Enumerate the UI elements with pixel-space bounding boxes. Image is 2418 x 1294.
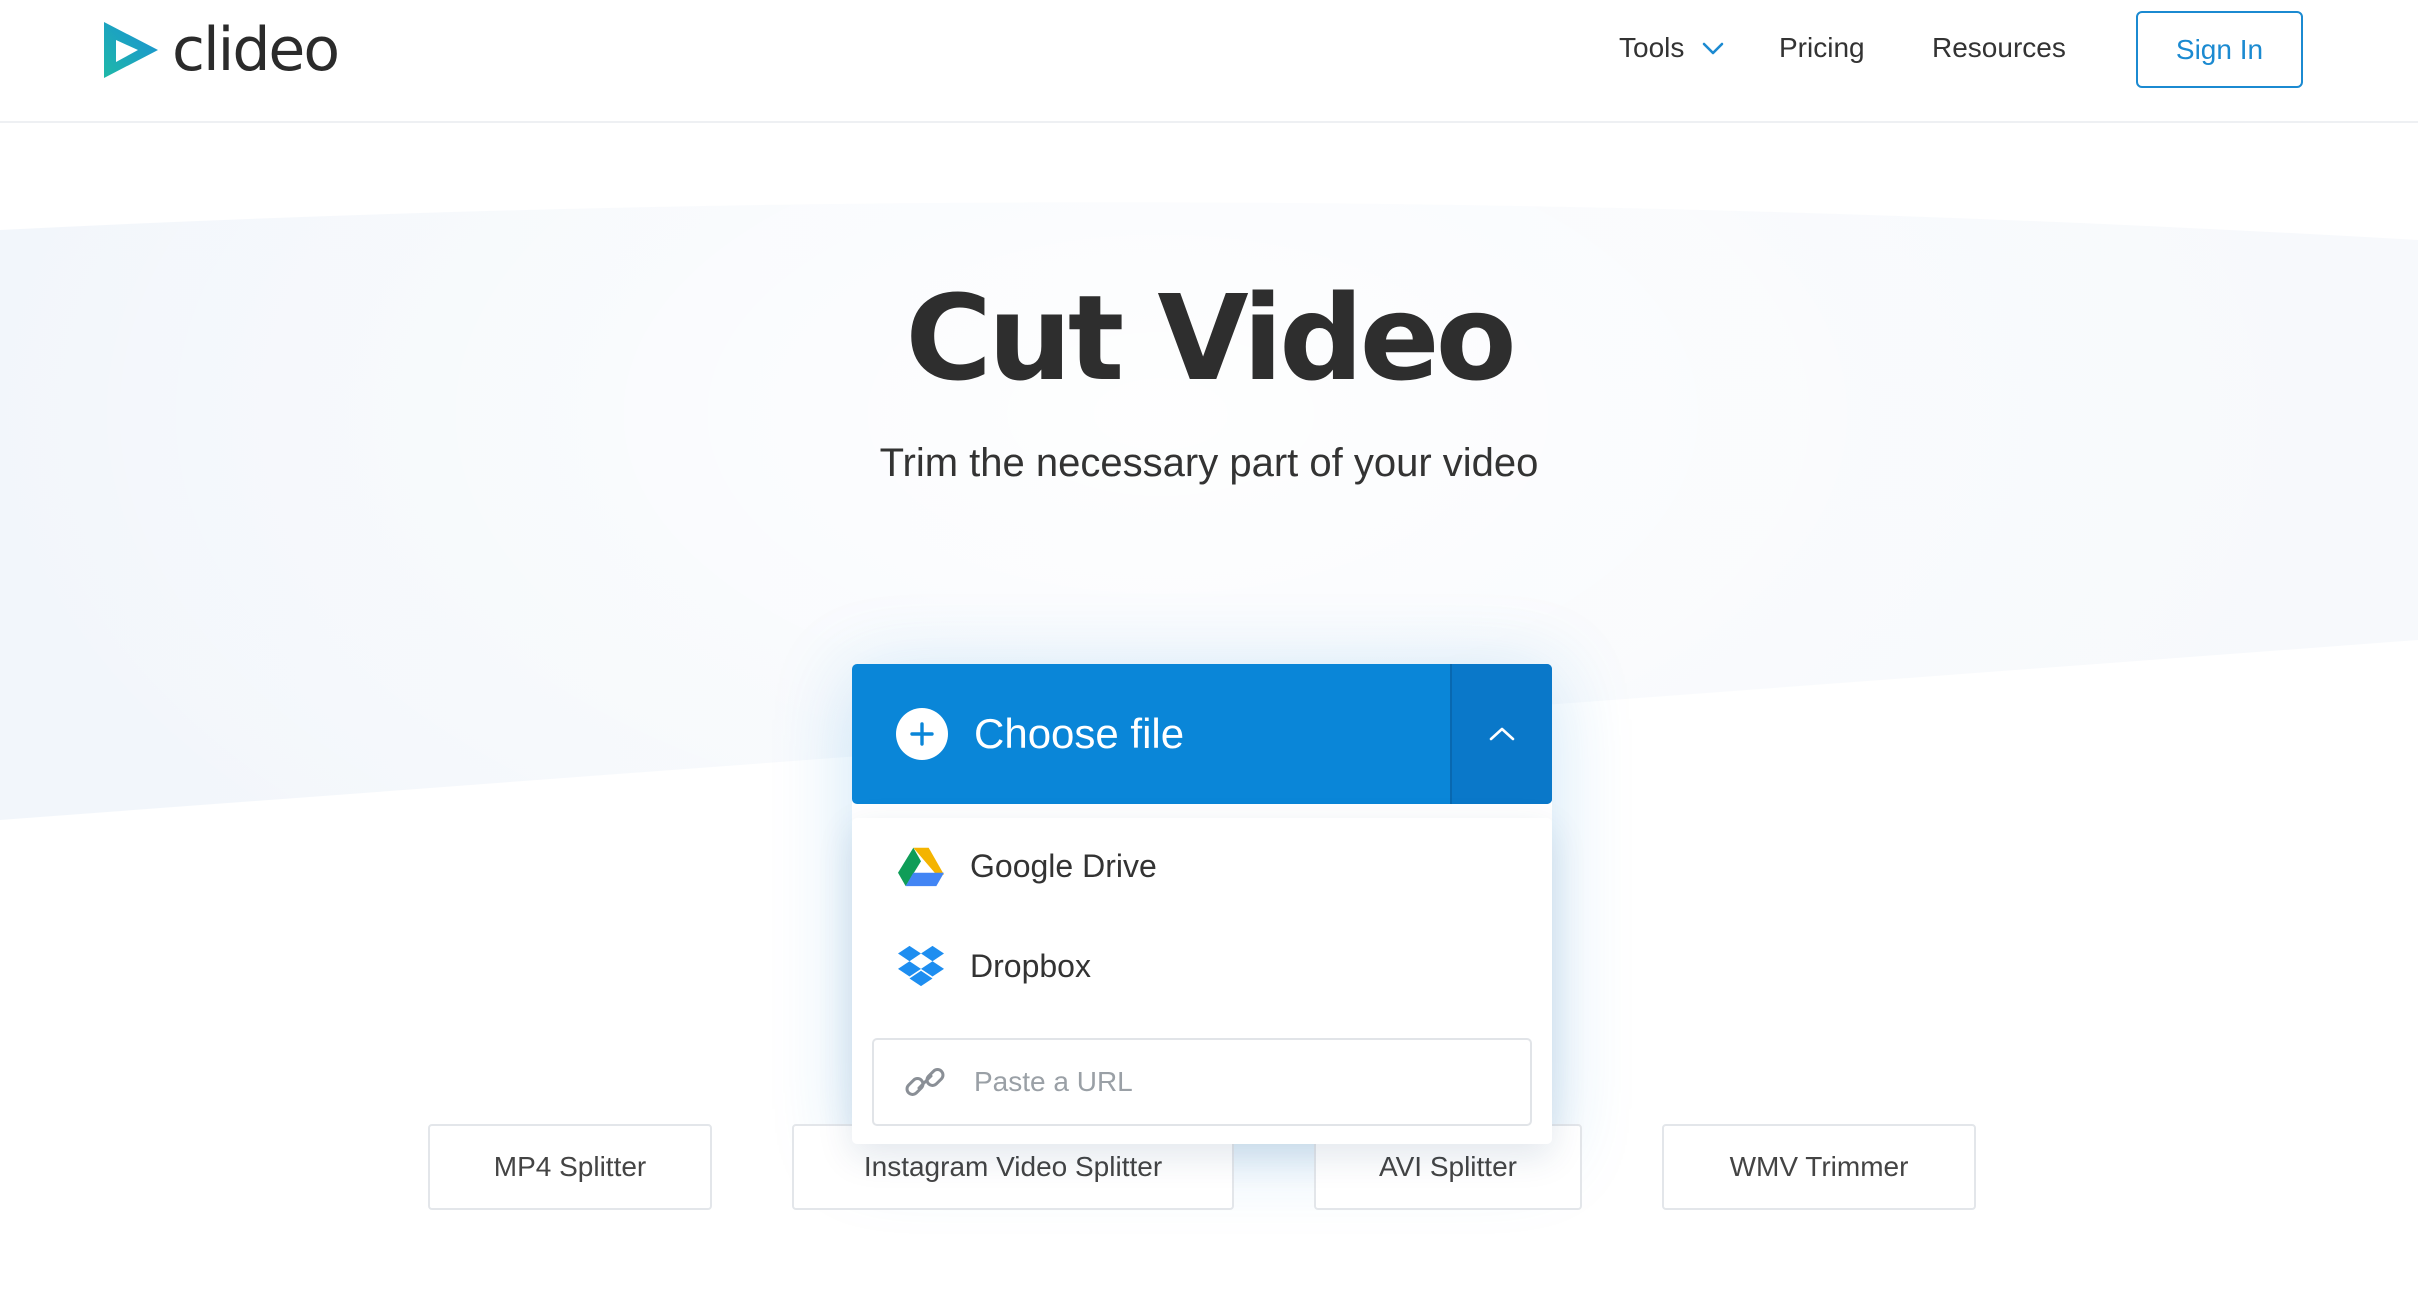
choose-file-label: Choose file (974, 710, 1185, 757)
choose-file-main[interactable]: Choose file (852, 664, 1450, 804)
google-drive-option[interactable]: Google Drive (852, 818, 1552, 914)
logo-text: clideo (172, 15, 340, 85)
dropbox-icon (898, 945, 944, 987)
google-drive-label: Google Drive (970, 847, 1157, 884)
google-drive-icon (898, 847, 944, 887)
dropbox-option[interactable]: Dropbox (852, 918, 1552, 1014)
nav-resources[interactable]: Resources (1932, 28, 2066, 68)
site-header: clideo Tools Pricing Resources Sign In (0, 0, 2418, 123)
dropbox-label: Dropbox (970, 947, 1091, 984)
sign-in-button[interactable]: Sign In (2136, 11, 2303, 88)
chevron-down-icon[interactable] (1702, 42, 1724, 56)
clideo-logo[interactable]: clideo (100, 15, 340, 85)
choose-file-button[interactable]: Choose file (852, 664, 1552, 804)
play-logo-icon (104, 22, 158, 78)
plus-icon (896, 708, 948, 760)
upload-options-toggle[interactable] (1450, 664, 1552, 804)
link-icon (905, 1068, 945, 1096)
page: clideo Tools Pricing Resources Sign In C… (0, 0, 2418, 1294)
chevron-up-icon (1489, 727, 1515, 741)
related-tool-wmv-trimmer[interactable]: WMV Trimmer (1662, 1124, 1976, 1210)
nav-pricing[interactable]: Pricing (1779, 28, 1865, 68)
page-subtitle: Trim the necessary part of your video (879, 441, 1539, 485)
url-field[interactable] (872, 1038, 1532, 1126)
url-input[interactable] (974, 1066, 1494, 1098)
related-tool-mp4-splitter[interactable]: MP4 Splitter (428, 1124, 712, 1210)
page-title: Cut Video (905, 269, 1516, 407)
upload-options-dropdown: Google Drive Dropbox (852, 818, 1552, 1144)
nav-tools[interactable]: Tools (1619, 28, 1684, 68)
